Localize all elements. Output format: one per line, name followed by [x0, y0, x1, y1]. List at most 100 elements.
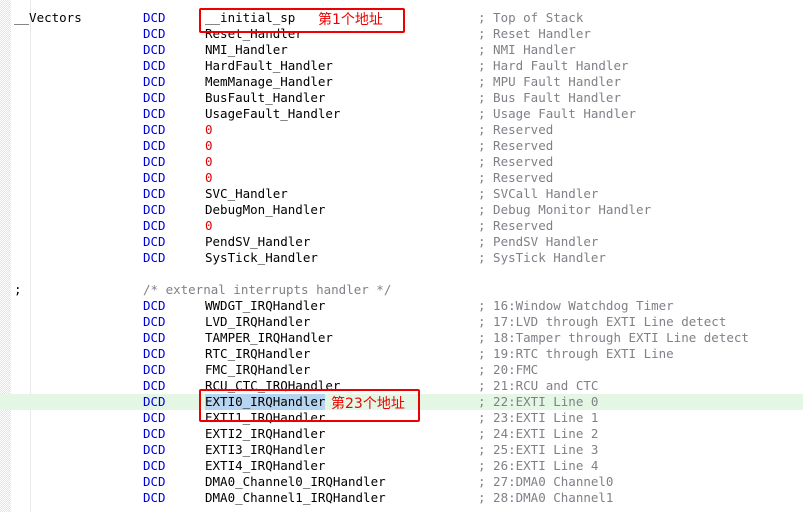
- code-editor[interactable]: __Vectors DCD __initial_sp; Top of Stack DC…: [0, 0, 803, 512]
- code-line[interactable]: DCD 0 ; Reserved: [0, 170, 803, 186]
- code-line-operand: HardFault_Handler: [205, 58, 333, 73]
- code-line-comment: ; Hard Fault Handler: [478, 58, 629, 73]
- code-line[interactable]: DCD NMI_Handler ; NMI Handler: [0, 42, 803, 58]
- code-line-mnemonic: DCD: [143, 346, 166, 361]
- code-line-comment: ; 18:Tamper through EXTI Line detect: [478, 330, 749, 345]
- code-line[interactable]: DCD UsageFault_Handler ; Usage Fault Handl…: [0, 106, 803, 122]
- code-line-operand: FMC_IRQHandler: [205, 362, 311, 377]
- code-line[interactable]: DCD 0 ; Reserved: [0, 154, 803, 170]
- code-line-operand: BusFault_Handler: [205, 90, 326, 105]
- code-line-operand: 0: [205, 170, 213, 185]
- code-line-label: ;: [14, 282, 22, 297]
- code-line-comment: ; SVCall Handler: [478, 186, 599, 201]
- code-line-comment: ; 24:EXTI Line 2: [478, 426, 599, 441]
- code-line-comment: ; 16:Window Watchdog Timer: [478, 298, 674, 313]
- code-line-mnemonic: DCD: [143, 122, 166, 137]
- code-line[interactable]: [0, 266, 803, 282]
- code-line-operand: 0: [205, 138, 213, 153]
- code-line-mnemonic: DCD: [143, 138, 166, 153]
- code-line-mnemonic: DCD: [143, 90, 166, 105]
- code-line[interactable]: DCD DMA0_Channel0_IRQHandler ; 27:DMA0 Cha…: [0, 474, 803, 490]
- code-line-mnemonic: DCD: [143, 490, 166, 505]
- code-line-operand: LVD_IRQHandler: [205, 314, 311, 329]
- code-line[interactable]: DCD 0 ; Reserved: [0, 218, 803, 234]
- code-line-label: __Vectors: [14, 10, 82, 25]
- code-line-mnemonic: DCD: [143, 314, 166, 329]
- code-line-mnemonic: DCD: [143, 74, 166, 89]
- code-line-mnemonic: DCD: [143, 186, 166, 201]
- code-line-operand: EXTI2_IRQHandler: [205, 426, 326, 441]
- code-line-operand: MemManage_Handler: [205, 74, 333, 89]
- code-line-mnemonic: DCD: [143, 330, 166, 345]
- code-line-comment: ; 25:EXTI Line 3: [478, 442, 599, 457]
- code-line-comment: ; Reserved: [478, 122, 554, 137]
- code-line[interactable]: DCD TAMPER_IRQHandler ; 18:Tamper through …: [0, 330, 803, 346]
- code-line-mnemonic: DCD: [143, 58, 166, 73]
- code-line[interactable]: DCD RTC_IRQHandler ; 19:RTC through EXTI L…: [0, 346, 803, 362]
- code-line-comment: ; Usage Fault Handler: [478, 106, 637, 121]
- code-line-operand: EXTI4_IRQHandler: [205, 458, 326, 473]
- code-line-mnemonic: DCD: [143, 10, 166, 25]
- code-lines[interactable]: __Vectors DCD __initial_sp; Top of Stack DC…: [0, 0, 803, 512]
- code-line-comment: ; Reserved: [478, 138, 554, 153]
- code-line[interactable]: DCD MemManage_Handler ; MPU Fault Handler: [0, 74, 803, 90]
- code-line-comment: ; Reserved: [478, 218, 554, 233]
- code-line-block-comment: /* external interrupts handler */: [143, 282, 392, 297]
- code-line-operand: DMA0_Channel1_IRQHandler: [205, 490, 386, 505]
- code-line-comment: ; PendSV Handler: [478, 234, 599, 249]
- code-line-mnemonic: DCD: [143, 250, 166, 265]
- code-line[interactable]: ; /* external interrupts handler */: [0, 282, 803, 298]
- code-line-operand: DebugMon_Handler: [205, 202, 326, 217]
- code-line[interactable]: DCD EXTI4_IRQHandler ; 26:EXTI Line 4: [0, 458, 803, 474]
- code-line[interactable]: DCD 0 ; Reserved: [0, 138, 803, 154]
- code-line-operand: TAMPER_IRQHandler: [205, 330, 333, 345]
- code-line[interactable]: DCD 0 ; Reserved: [0, 122, 803, 138]
- code-line-mnemonic: DCD: [143, 362, 166, 377]
- code-line[interactable]: DCD WWDGT_IRQHandler ; 16:Window Watchdog …: [0, 298, 803, 314]
- code-line-operand: SysTick_Handler: [205, 250, 318, 265]
- code-line-comment: ; 21:RCU and CTC: [478, 378, 599, 393]
- code-line-comment: ; 27:DMA0 Channel0: [478, 474, 614, 489]
- code-line-mnemonic: DCD: [143, 378, 166, 393]
- code-line-comment: ; SysTick Handler: [478, 250, 606, 265]
- code-line[interactable]: DCD SVC_Handler ; SVCall Handler: [0, 186, 803, 202]
- code-line[interactable]: DCD DebugMon_Handler ; Debug Monitor Handl…: [0, 202, 803, 218]
- code-line[interactable]: DCD BusFault_Handler ; Bus Fault Handler: [0, 90, 803, 106]
- code-line-operand: UsageFault_Handler: [205, 106, 341, 121]
- code-line-mnemonic: DCD: [143, 458, 166, 473]
- code-line[interactable]: DCD PendSV_Handler ; PendSV Handler: [0, 234, 803, 250]
- code-line-comment: ; 26:EXTI Line 4: [478, 458, 599, 473]
- code-line-comment: ; Bus Fault Handler: [478, 90, 621, 105]
- code-line-comment: ; Top of Stack: [478, 10, 584, 25]
- code-line-comment: ; 20:FMC: [478, 362, 539, 377]
- code-line[interactable]: DCD LVD_IRQHandler ; 17:LVD through EXTI L…: [0, 314, 803, 330]
- code-line-mnemonic: DCD: [143, 106, 166, 121]
- code-line-mnemonic: DCD: [143, 202, 166, 217]
- code-line-comment: ; 23:EXTI Line 1: [478, 410, 599, 425]
- code-line-mnemonic: DCD: [143, 218, 166, 233]
- code-line-comment: ; NMI Handler: [478, 42, 576, 57]
- code-line-mnemonic: DCD: [143, 170, 166, 185]
- code-line-mnemonic: DCD: [143, 394, 166, 409]
- code-line-mnemonic: DCD: [143, 154, 166, 169]
- code-line-operand: WWDGT_IRQHandler: [205, 298, 326, 313]
- code-line-mnemonic: DCD: [143, 234, 166, 249]
- code-line-operand: 0: [205, 154, 213, 169]
- code-line-operand: SVC_Handler: [205, 186, 288, 201]
- annotation-label-twenty-third-address: 第23个地址: [331, 396, 405, 412]
- code-line-comment: ; 22:EXTI Line 0: [478, 394, 599, 409]
- code-line[interactable]: DCD DMA0_Channel1_IRQHandler ; 28:DMA0 Cha…: [0, 490, 803, 506]
- code-line-comment: ; Reserved: [478, 154, 554, 169]
- code-line-comment: ; 28:DMA0 Channel1: [478, 490, 614, 505]
- code-line-operand: PendSV_Handler: [205, 234, 311, 249]
- code-line-operand: DMA0_Channel0_IRQHandler: [205, 474, 386, 489]
- code-line[interactable]: DCD EXTI2_IRQHandler ; 24:EXTI Line 2: [0, 426, 803, 442]
- code-line[interactable]: DCD FMC_IRQHandler ; 20:FMC: [0, 362, 803, 378]
- code-line-comment: ; MPU Fault Handler: [478, 74, 621, 89]
- code-line[interactable]: DCD SysTick_Handler ; SysTick Handler: [0, 250, 803, 266]
- code-line[interactable]: DCD HardFault_Handler ; Hard Fault Handler: [0, 58, 803, 74]
- code-line-comment: ; Reset Handler: [478, 26, 591, 41]
- code-line-mnemonic: DCD: [143, 26, 166, 41]
- code-line[interactable]: DCD EXTI3_IRQHandler ; 25:EXTI Line 3: [0, 442, 803, 458]
- code-line-mnemonic: DCD: [143, 426, 166, 441]
